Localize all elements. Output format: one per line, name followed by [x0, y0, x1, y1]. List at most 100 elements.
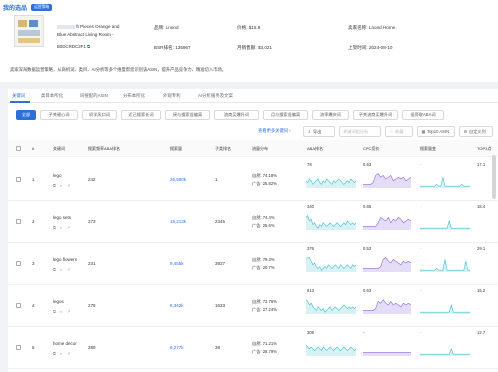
row-keyword[interactable]: lego [53, 173, 62, 178]
row-checkbox[interactable] [16, 345, 21, 350]
filter-chip[interactable]: 流率爆庆词 [312, 110, 349, 120]
search-trend-sparkline[interactable] [420, 296, 470, 314]
copy-icon[interactable]: ⧉ [53, 351, 56, 356]
filter-chip[interactable]: 子关键心词 [40, 110, 78, 120]
copy-icon[interactable]: ⧉ [53, 309, 56, 314]
row-search-trend-label: - [420, 288, 422, 293]
tab-patent[interactable]: 外观专利 [163, 93, 181, 99]
row-checkbox[interactable] [16, 177, 21, 182]
search-trend-sparkline[interactable] [420, 170, 470, 188]
keyword-group-analysis-button[interactable]: 关键词组分析 [339, 126, 381, 137]
table-row[interactable]: 2 lego sets ⧉ ⌕ ↗ 273 15,213k 2345 自然: 74.4% 广告: … [8, 201, 498, 243]
tab-bar: 关键词 类目本所化 同搜配的ASIN 分布本所化 外观专利 AI分析服务及文案 [8, 89, 498, 103]
col-top3[interactable]: TOP3点 [477, 146, 491, 152]
row-keyword[interactable]: legos [53, 299, 64, 304]
select-all-checkbox[interactable] [16, 146, 21, 151]
col-search-volume[interactable]: 搜索量 [170, 146, 182, 152]
search-trend-sparkline[interactable] [420, 254, 470, 272]
tab-similar-asin[interactable]: 同搜配的ASIN [80, 93, 108, 99]
row-ad-traffic: 广告: 20.7% [252, 265, 275, 270]
external-link-icon[interactable]: ↗ [67, 309, 71, 314]
product-image[interactable] [14, 15, 44, 47]
tab-distribution[interactable]: 分布本所化 [123, 93, 145, 99]
more-keywords-link[interactable]: 查看更多关键词 › [258, 128, 291, 134]
aba-trend-sparkline-area [306, 299, 356, 314]
row-search-volume[interactable]: 26,580k [170, 177, 186, 182]
tab-category[interactable]: 类目本所化 [41, 93, 63, 99]
filter-all[interactable]: 全部 [16, 110, 36, 120]
row-checkbox[interactable] [16, 261, 21, 266]
cpc-trend-sparkline[interactable] [363, 296, 411, 314]
aba-trend-sparkline[interactable] [306, 296, 356, 314]
filter-chip[interactable]: 子关流商买爆升词 [353, 110, 398, 120]
row-ad-traffic: 广告: 25.6% [252, 223, 275, 228]
copy-icon[interactable]: ⧉ [53, 267, 56, 272]
search-icon[interactable]: ⌕ [60, 351, 62, 356]
row-search-volume[interactable]: 8,342k [170, 303, 184, 308]
col-competition[interactable]: 子类排名 [215, 146, 231, 152]
aba-trend-sparkline[interactable] [306, 170, 356, 188]
search-icon[interactable]: ⌕ [60, 267, 62, 272]
col-aba-trend[interactable]: ABA排名 [307, 146, 323, 152]
filter-chip[interactable]: 低旁取ABA词 [402, 110, 444, 120]
custom-columns-button[interactable]: ⚙ 自定义列 [459, 126, 493, 137]
external-link-icon[interactable]: ↗ [67, 351, 71, 356]
row-checkbox[interactable] [16, 219, 21, 224]
search-trend-sparkline[interactable] [420, 212, 470, 230]
cpc-trend-sparkline[interactable] [363, 338, 411, 356]
strategy-badge[interactable]: 运营策略 [31, 3, 53, 11]
cpc-trend-sparkline[interactable] [363, 254, 411, 272]
aba-trend-sparkline[interactable] [306, 254, 356, 272]
favorite-button[interactable]: ☆ 收藏 [385, 126, 413, 137]
search-icon[interactable]: ⌕ [60, 183, 62, 188]
row-search-volume[interactable]: 8,277k [170, 345, 184, 350]
filter-chip[interactable]: 月与搜索竖偏离 [263, 110, 308, 120]
col-cpc-trend[interactable]: CPC竞价 [363, 146, 379, 152]
table-row[interactable]: 1 lego ⧉ ⌕ ↗ 242 26,580k 1 自然: 74.18% 广告: 25.82% 7… [8, 159, 498, 201]
col-keyword[interactable]: 关键词 [53, 146, 65, 152]
aba-trend-sparkline[interactable] [306, 338, 356, 356]
row-natural-traffic: 自然: 72.76% [252, 299, 277, 304]
row-keyword[interactable]: lego flowers [53, 257, 77, 262]
search-icon[interactable]: ⌕ [60, 225, 62, 230]
cpc-trend-sparkline[interactable] [363, 212, 411, 230]
filter-chip[interactable]: 流商买爆升词 [214, 110, 259, 120]
row-keyword[interactable]: lego sets [53, 215, 71, 220]
external-link-icon[interactable]: ↗ [67, 267, 71, 272]
search-trend-sparkline-line [420, 219, 470, 229]
row-checkbox[interactable] [16, 303, 21, 308]
filter-chip[interactable]: 接与搜索竖偏离 [165, 110, 210, 120]
copy-icon[interactable]: ⧉ [87, 44, 90, 49]
export-button[interactable]: ⇩ 导出 [303, 126, 335, 137]
product-header: 我的选品 运营策略 ft Pieces Orange and Blue Abst… [0, 0, 498, 82]
row-index: 1 [32, 177, 35, 182]
table-scrollbar[interactable] [492, 155, 496, 199]
table-row[interactable]: 4 legos ⧉ ⌕ ↗ 278 8,342k 1633 自然: 72.76% 广告: 27.2… [8, 285, 498, 327]
search-icon[interactable]: ⌕ [60, 309, 62, 314]
aba-trend-sparkline[interactable] [306, 212, 356, 230]
product-title[interactable]: ft Pieces Orange and Blue Abstract Livin… [57, 23, 132, 39]
copy-icon[interactable]: ⧉ [53, 183, 56, 188]
external-link-icon[interactable]: ↗ [67, 183, 71, 188]
row-aba-trend-value: 306 [307, 330, 314, 335]
page-title: 我的选品 [3, 5, 28, 12]
top10-asin-button[interactable]: ▦ Top10 ASIN [417, 126, 455, 137]
row-keyword[interactable]: home decor [53, 341, 77, 346]
copy-icon[interactable]: ⧉ [53, 225, 56, 230]
filter-chip[interactable]: 初学风口词 [82, 110, 117, 120]
row-search-volume[interactable]: 15,213k [170, 219, 186, 224]
external-link-icon[interactable]: ↗ [67, 225, 71, 230]
tab-keywords[interactable]: 关键词 [12, 93, 25, 99]
col-aba-rank[interactable]: 搜索频率ABA排名 [88, 146, 120, 152]
tab-ai-analysis[interactable]: AI分析服务及文案 [198, 93, 233, 99]
row-competition: 38 [215, 345, 221, 350]
product-asin[interactable]: B0DCRDC2F1 ⧉ [57, 44, 90, 49]
table-row[interactable]: 5 home decor ⧉ ⌕ ↗ 289 8,277k 38 自然: 71.21% 广告: 2… [8, 327, 498, 369]
search-trend-sparkline[interactable] [420, 338, 470, 356]
table-row[interactable]: 3 lego flowers ⧉ ⌕ ↗ 231 9,455k 3927 自然: 79.3% 广告… [8, 243, 498, 285]
col-search-trend[interactable]: 搜索量变 [420, 146, 436, 152]
cpc-trend-sparkline[interactable] [363, 170, 411, 188]
filter-chip[interactable]: 近己搜索长词 [121, 110, 161, 120]
row-search-volume[interactable]: 9,455k [170, 261, 184, 266]
row-competition: 3927 [215, 261, 226, 266]
